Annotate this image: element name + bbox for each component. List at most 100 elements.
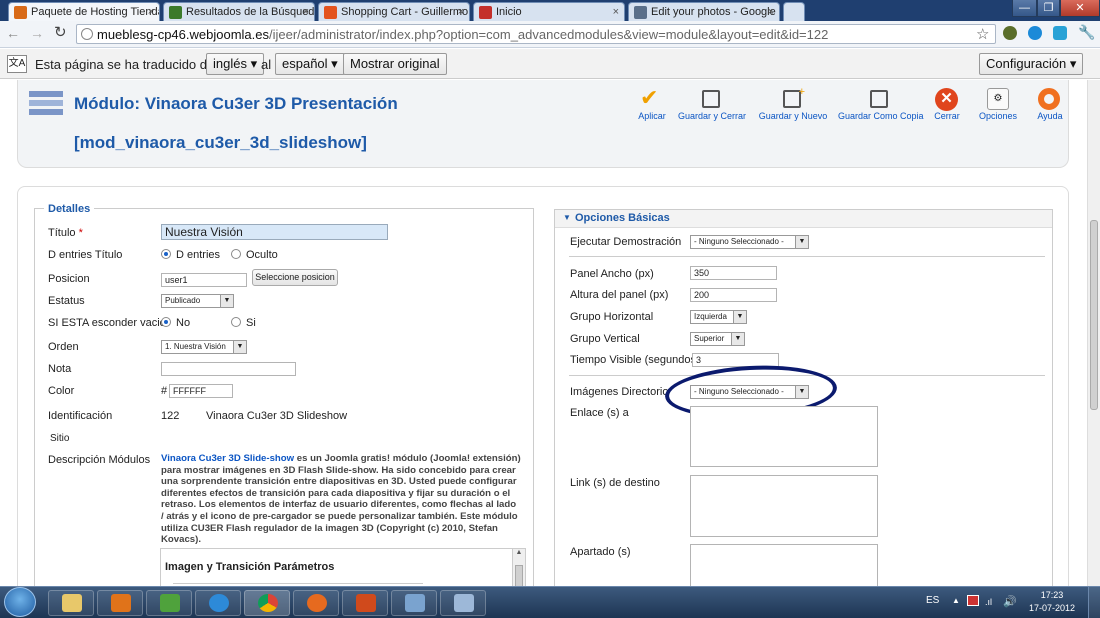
parameters-panel: Imagen y Transición Parámetros ▲ — [160, 548, 526, 588]
horizontal-group-select[interactable]: Izquierda ▼ — [690, 310, 747, 324]
from-language-select[interactable]: inglés ▾ — [206, 53, 265, 75]
clock-date[interactable]: 17-07-2012 — [1027, 603, 1077, 613]
close-tab-icon[interactable]: × — [303, 3, 309, 21]
show-title-radio[interactable] — [161, 249, 171, 259]
options-button[interactable]: Opciones — [979, 111, 1017, 121]
browser-tab[interactable]: Resultados de la Búsqueda × — [163, 2, 315, 21]
tab-title: Edit your photos - Google — [651, 6, 776, 18]
hide-empty-yes-option: Si — [246, 317, 256, 329]
start-button[interactable] — [4, 587, 36, 617]
inner-scrollbar[interactable]: ▲ — [512, 549, 525, 588]
translate-settings-button[interactable]: Configuración ▾ — [979, 53, 1084, 75]
help-button[interactable]: Ayuda — [1035, 111, 1065, 121]
demo-select[interactable]: - Ninguno Seleccionado - ▼ — [690, 235, 809, 249]
volume-icon[interactable]: 🔊 — [1003, 595, 1017, 608]
description-link[interactable]: Vinaora Cu3er 3D Slide-show — [161, 453, 294, 464]
close-tab-icon[interactable]: × — [768, 3, 774, 21]
close-window-button[interactable]: ✕ — [1060, 0, 1100, 17]
color-label: Color — [48, 385, 75, 397]
link-target-label: Link (s) de destino — [570, 477, 660, 489]
hide-title-radio[interactable] — [231, 249, 241, 259]
vertical-group-label: Grupo Vertical — [570, 333, 640, 345]
parameters-heading: Imagen y Transición Parámetros — [165, 561, 335, 573]
skype-icon[interactable] — [1053, 26, 1067, 40]
close-button[interactable]: Cerrar — [932, 111, 962, 121]
status-label: Estatus — [48, 295, 85, 307]
title-input[interactable]: Nuestra Visión — [161, 224, 388, 240]
browser-tab[interactable]: Shopping Cart - Guillermo × — [318, 2, 470, 21]
browser-tab[interactable]: Edit your photos - Google × — [628, 2, 780, 21]
taskbar-app-firefox[interactable] — [293, 590, 339, 616]
address-bar[interactable]: mueblesg-cp46.webjoomla.es/ijeer/adminis… — [76, 24, 996, 44]
section-textarea[interactable] — [690, 544, 878, 588]
scroll-up-arrow-icon[interactable]: ▲ — [513, 549, 525, 556]
help-lifebuoy-icon — [1038, 88, 1060, 110]
visible-time-label: Tiempo Visible (segundos) — [570, 354, 700, 366]
close-tab-icon[interactable]: × — [613, 3, 619, 21]
basic-options-title[interactable]: Opciones Básicas — [575, 212, 670, 224]
page-subtitle: [mod_vinaora_cu3er_3d_slideshow] — [74, 133, 367, 152]
bookmark-star-icon[interactable]: ☆ — [976, 25, 989, 43]
scrollbar-thumb[interactable] — [1090, 220, 1098, 410]
extension-icon[interactable] — [1028, 26, 1042, 40]
new-tab-button[interactable] — [783, 2, 805, 21]
page-scrollbar[interactable] — [1087, 80, 1100, 586]
tray-arrow-icon[interactable]: ▲ — [952, 596, 960, 605]
collapse-triangle-icon[interactable]: ▼ — [563, 213, 571, 222]
taskbar-app-powerpoint[interactable] — [342, 590, 388, 616]
save-new-button[interactable]: Guardar y Nuevo — [758, 111, 828, 121]
height-label: Altura del panel (px) — [570, 289, 669, 301]
taskbar-app-tool[interactable] — [440, 590, 486, 616]
taskbar-app-window[interactable] — [391, 590, 437, 616]
select-position-button[interactable]: Seleccione posicion — [252, 269, 338, 286]
reload-icon[interactable]: ↻ — [54, 24, 70, 42]
tab-title: Shopping Cart - Guillermo — [341, 6, 469, 18]
height-input[interactable]: 200 — [690, 288, 777, 302]
color-input[interactable]: FFFFFF — [169, 384, 233, 398]
status-select[interactable]: Publicado ▼ — [161, 294, 234, 308]
language-indicator[interactable]: ES — [926, 595, 939, 606]
url-host: mueblesg-cp46.webjoomla.es — [97, 27, 269, 42]
width-input[interactable]: 350 — [690, 266, 777, 280]
taskbar-app-messenger[interactable] — [146, 590, 192, 616]
save-copy-button[interactable]: Guardar Como Copia — [838, 111, 924, 121]
show-title-option: D entries — [176, 249, 221, 261]
color-hash: # — [161, 385, 168, 397]
vertical-group-select[interactable]: Superior ▼ — [690, 332, 745, 346]
note-input[interactable] — [161, 362, 296, 376]
close-tab-icon[interactable]: × — [148, 3, 154, 21]
browser-tab[interactable]: Paquete de Hosting Tienda × — [8, 2, 160, 21]
action-center-flag-icon[interactable] — [967, 595, 979, 606]
hide-empty-yes-radio[interactable] — [231, 317, 241, 327]
browser-tab[interactable]: Inicio × — [473, 2, 625, 21]
to-language-select[interactable]: español ▾ — [275, 53, 345, 75]
show-original-button[interactable]: Mostrar original — [343, 53, 447, 75]
show-desktop-button[interactable] — [1088, 587, 1100, 618]
maximize-button[interactable]: ❐ — [1037, 0, 1060, 17]
clock-time[interactable]: 17:23 — [1032, 590, 1072, 600]
taskbar-app-media[interactable] — [97, 590, 143, 616]
order-select[interactable]: 1. Nuestra Visión ▼ — [161, 340, 247, 354]
taskbar-app-chrome[interactable] — [244, 590, 290, 616]
taskbar-app-explorer[interactable] — [48, 590, 94, 616]
scrollbar-thumb[interactable] — [515, 565, 523, 588]
link-target-textarea[interactable] — [690, 475, 878, 537]
hide-empty-no-radio[interactable] — [161, 317, 171, 327]
status-value: Publicado — [165, 296, 201, 305]
position-input[interactable]: user1 — [161, 273, 247, 287]
apply-button[interactable]: Aplicar — [636, 111, 668, 121]
page-icon — [81, 28, 93, 40]
save-close-button[interactable]: Guardar y Cerrar — [677, 111, 747, 121]
close-tab-icon[interactable]: × — [458, 3, 464, 21]
minimize-button[interactable]: — — [1012, 0, 1037, 17]
taskbar-app-ie[interactable] — [195, 590, 241, 616]
wrench-icon[interactable]: 🔧 — [1078, 24, 1095, 41]
description-label: Descripción Módulos — [48, 454, 151, 466]
signal-icon[interactable]: .ıl — [985, 597, 992, 607]
back-arrow-icon[interactable]: ← — [6, 24, 22, 42]
extension-icon[interactable] — [1003, 26, 1017, 40]
forward-arrow-icon[interactable]: → — [30, 24, 46, 42]
order-value: 1. Nuestra Visión — [165, 342, 226, 351]
links-textarea[interactable] — [690, 406, 878, 467]
photo-favicon-icon — [634, 6, 647, 19]
